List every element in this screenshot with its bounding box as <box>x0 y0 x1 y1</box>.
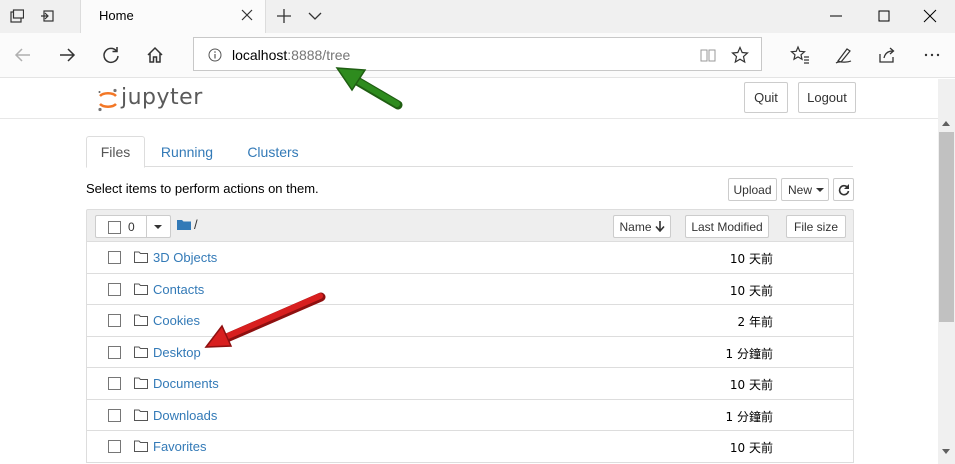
name-column-label: Name <box>619 219 652 234</box>
tab-files[interactable]: Files <box>86 136 145 168</box>
file-name-link[interactable]: Desktop <box>153 345 201 360</box>
caret-down-icon[interactable] <box>154 225 162 229</box>
file-modified: 10 天前 <box>729 283 773 298</box>
row-checkbox[interactable] <box>108 345 121 359</box>
divider <box>146 216 147 237</box>
title-bar: Home <box>0 0 955 33</box>
selection-hint: Select items to perform actions on them. <box>86 181 319 196</box>
file-name-link[interactable]: Documents <box>153 376 219 391</box>
tab-home[interactable]: Home <box>80 0 266 33</box>
folder-icon[interactable] <box>177 219 191 230</box>
row-checkbox[interactable] <box>108 408 121 422</box>
folder-icon <box>134 409 148 421</box>
file-modified: 10 天前 <box>729 441 773 455</box>
tab-clusters[interactable]: Clusters <box>234 136 312 167</box>
site-info-icon[interactable] <box>208 48 222 62</box>
favorite-star-icon[interactable] <box>731 46 749 64</box>
select-all-checkbox[interactable] <box>108 221 121 234</box>
navigation-bar: localhost:8888/tree <box>0 33 955 78</box>
file-name-link[interactable]: 3D Objects <box>153 250 217 265</box>
sort-last-modified-button[interactable]: Last Modified <box>685 215 769 238</box>
folder-icon <box>134 283 148 295</box>
file-name-link[interactable]: Downloads <box>153 408 217 423</box>
favorites-hub-icon[interactable] <box>790 45 810 65</box>
row-checkbox[interactable] <box>108 314 121 327</box>
page-scrollbar[interactable] <box>938 79 955 464</box>
more-icon[interactable] <box>922 45 942 65</box>
jupyter-logo-icon <box>98 88 117 112</box>
share-icon[interactable] <box>877 45 897 65</box>
list-item[interactable]: Contacts 10 天前 <box>86 273 854 305</box>
close-window-icon[interactable] <box>922 8 938 24</box>
refresh-list-button[interactable] <box>833 178 854 201</box>
tab-groups-icon[interactable] <box>10 9 24 23</box>
jupyter-logo[interactable]: jupyter <box>97 83 207 113</box>
breadcrumb[interactable]: / <box>194 217 198 232</box>
url-host: localhost <box>232 47 288 63</box>
new-label: New <box>788 182 813 197</box>
set-aside-tabs-icon[interactable] <box>40 9 54 23</box>
logo-text: jupyter <box>121 85 203 110</box>
list-item[interactable]: Favorites 10 天前 <box>86 431 854 463</box>
tab-running[interactable]: Running <box>152 136 222 167</box>
url-text[interactable]: localhost:8888/tree <box>232 47 350 63</box>
file-modified: 10 天前 <box>729 252 773 266</box>
select-all-group[interactable]: 0 <box>95 215 171 238</box>
new-tab-icon[interactable] <box>276 8 292 24</box>
list-item[interactable]: Desktop 1 分鐘前 <box>86 336 854 368</box>
folder-icon <box>134 314 148 326</box>
pen-icon[interactable] <box>834 45 854 65</box>
scroll-up-icon[interactable] <box>942 121 950 126</box>
refresh-icon[interactable] <box>101 45 121 65</box>
logout-button[interactable]: Logout <box>798 82 856 113</box>
file-list: 3D Objects 10 天前 Contacts 10 天前 Cookies … <box>86 242 854 463</box>
url-path: :8888/tree <box>287 47 351 63</box>
tab-bar: Files Running Clusters <box>86 136 853 168</box>
file-modified: 2 年前 <box>737 315 773 329</box>
jupyter-header: jupyter Quit Logout <box>0 79 938 119</box>
jupyter-page: jupyter Quit Logout Files Running Cluste… <box>0 79 938 464</box>
folder-icon <box>134 251 148 263</box>
row-checkbox[interactable] <box>108 282 121 296</box>
forward-icon[interactable] <box>57 45 77 65</box>
sort-file-size-button[interactable]: File size <box>786 215 846 238</box>
row-checkbox[interactable] <box>108 440 121 453</box>
scroll-thumb[interactable] <box>939 132 954 322</box>
selected-count: 0 <box>128 220 135 234</box>
arrow-down-icon <box>654 221 665 232</box>
new-dropdown-button[interactable]: New <box>781 178 829 201</box>
file-name-link[interactable]: Contacts <box>153 282 204 297</box>
list-item[interactable]: 3D Objects 10 天前 <box>86 242 854 274</box>
list-item[interactable]: Documents 10 天前 <box>86 368 854 400</box>
file-name-link[interactable]: Cookies <box>153 313 200 328</box>
file-modified: 10 天前 <box>729 378 773 392</box>
back-icon[interactable] <box>13 45 33 65</box>
sort-name-button[interactable]: Name <box>613 215 671 238</box>
reading-view-icon[interactable] <box>700 47 716 63</box>
folder-icon <box>134 346 148 358</box>
close-tab-icon[interactable] <box>241 9 253 21</box>
tab-title: Home <box>99 8 134 23</box>
upload-button[interactable]: Upload <box>728 178 777 201</box>
refresh-icon <box>838 184 849 195</box>
file-modified: 1 分鐘前 <box>725 409 773 424</box>
folder-icon <box>134 440 148 452</box>
list-item[interactable]: Cookies 2 年前 <box>86 305 854 337</box>
caret-down-icon <box>816 187 825 192</box>
folder-icon <box>134 377 148 389</box>
file-modified: 1 分鐘前 <box>725 346 773 361</box>
chevron-down-icon[interactable] <box>307 10 323 22</box>
list-item[interactable]: Downloads 1 分鐘前 <box>86 399 854 431</box>
file-list-header: 0 / Name Last Modified File size <box>86 209 854 242</box>
minimize-icon[interactable] <box>828 8 844 24</box>
address-bar[interactable]: localhost:8888/tree <box>193 37 762 71</box>
home-icon[interactable] <box>145 45 165 65</box>
scroll-down-icon[interactable] <box>942 449 950 454</box>
maximize-icon[interactable] <box>876 8 892 24</box>
row-checkbox[interactable] <box>108 377 121 390</box>
row-checkbox[interactable] <box>108 251 121 264</box>
file-name-link[interactable]: Favorites <box>153 439 206 454</box>
quit-button[interactable]: Quit <box>744 82 788 113</box>
